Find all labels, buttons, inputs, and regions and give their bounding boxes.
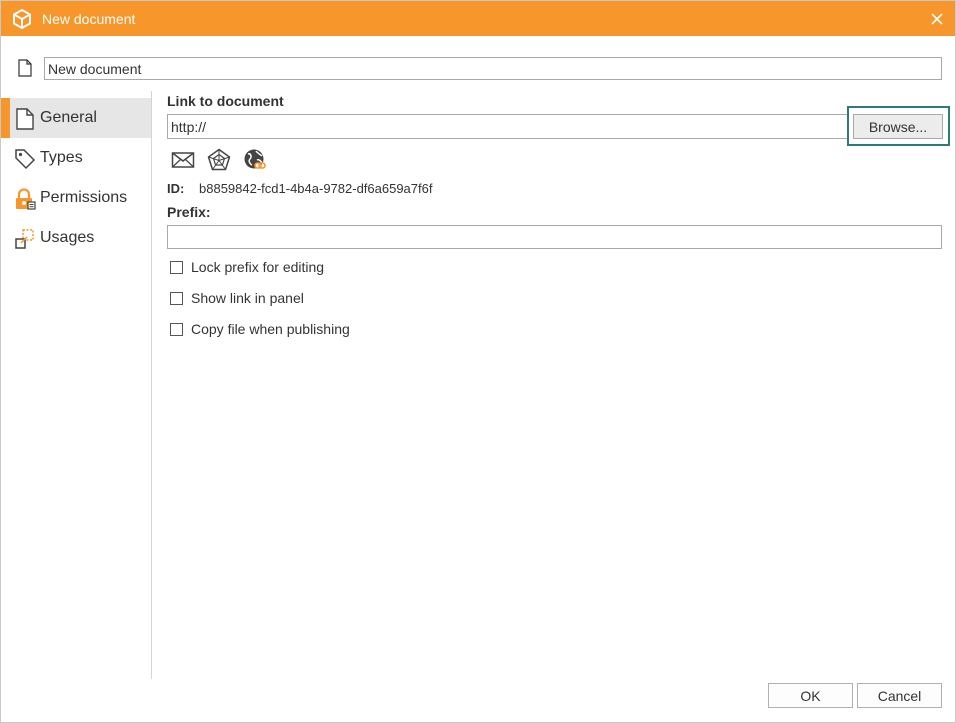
- tag-icon: [14, 148, 36, 170]
- sidebar-item-label: Permissions: [40, 189, 127, 207]
- window-title: New document: [42, 11, 135, 27]
- prefix-label: Prefix:: [167, 204, 211, 220]
- checkbox-box[interactable]: [170, 323, 183, 336]
- mail-icon[interactable]: [171, 148, 195, 172]
- usages-icon: [14, 228, 36, 250]
- ok-button[interactable]: OK: [768, 683, 853, 708]
- active-indicator: [1, 98, 10, 138]
- checkbox-label: Lock prefix for editing: [191, 259, 324, 275]
- sidebar-item-label: Types: [40, 149, 83, 167]
- id-value: b8859842-fcd1-4b4a-9782-df6a659a7f6f: [199, 181, 432, 196]
- close-icon[interactable]: [927, 9, 947, 29]
- sidebar-item-types[interactable]: Types: [1, 138, 151, 178]
- globe-link-icon[interactable]: [243, 148, 267, 172]
- sidebar-item-permissions[interactable]: Permissions: [1, 178, 151, 218]
- prefix-input[interactable]: [167, 225, 942, 249]
- lock-icon: [14, 188, 36, 210]
- document-icon: [17, 59, 33, 77]
- sidebar-item-label: Usages: [40, 229, 94, 247]
- new-document-dialog: New document General Types: [0, 0, 956, 723]
- page-icon: [14, 108, 36, 130]
- checkbox-label: Copy file when publishing: [191, 321, 350, 337]
- link-url-input[interactable]: [167, 114, 847, 139]
- document-name-input[interactable]: [44, 57, 942, 80]
- checkbox-box[interactable]: [170, 261, 183, 274]
- sidebar-item-label: General: [40, 109, 97, 127]
- cancel-button[interactable]: Cancel: [857, 683, 942, 708]
- browse-button[interactable]: Browse...: [853, 114, 943, 139]
- sidebar-item-usages[interactable]: Usages: [1, 218, 151, 258]
- id-label: ID:: [167, 181, 184, 196]
- web-icon[interactable]: [207, 148, 231, 172]
- link-to-document-label: Link to document: [167, 93, 284, 109]
- sidebar: General Types Permissions: [1, 91, 152, 679]
- sidebar-item-general[interactable]: General: [1, 98, 151, 138]
- app-logo-icon: [12, 9, 32, 29]
- title-bar: New document: [1, 1, 955, 36]
- checkbox-label: Show link in panel: [191, 290, 304, 306]
- checkbox-box[interactable]: [170, 292, 183, 305]
